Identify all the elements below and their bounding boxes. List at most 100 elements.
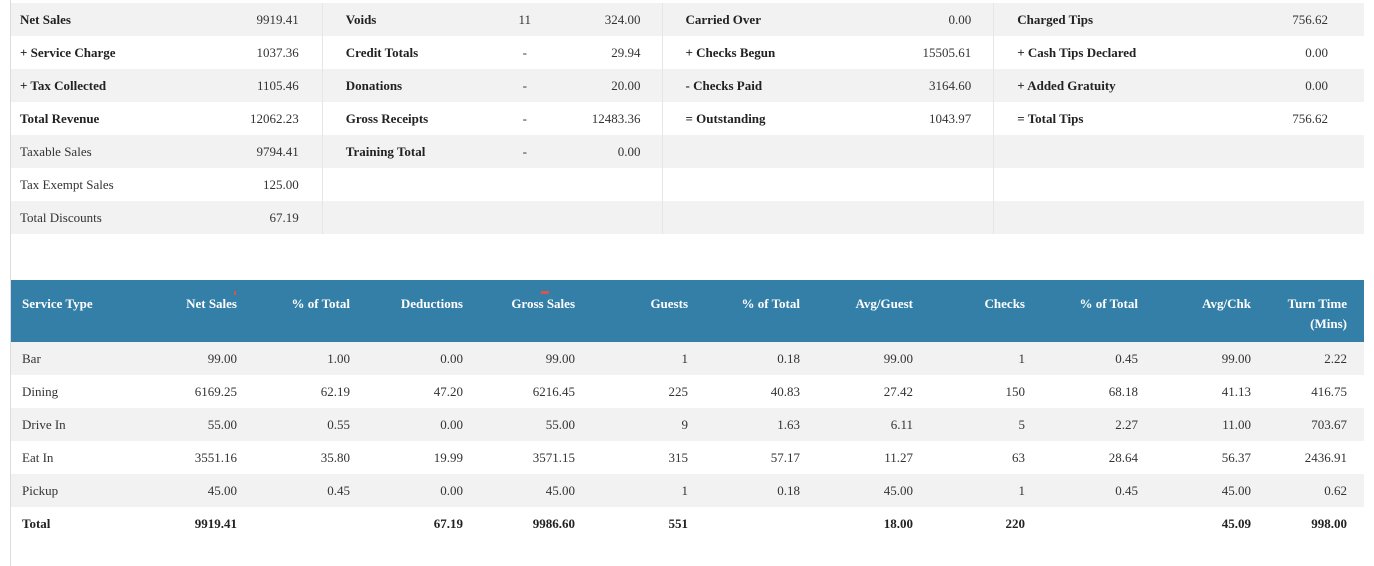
cell-turn: 2.22	[1324, 351, 1347, 366]
cell-pct1: 1.00	[327, 351, 350, 366]
summary-label: + Tax Collected	[20, 78, 107, 93]
summary-row-total-revenue: Total Revenue 12062.23	[11, 102, 322, 135]
cell-net: 45.00	[207, 483, 237, 498]
summary-row-empty	[663, 168, 994, 201]
summary-row-empty	[662, 135, 994, 168]
summary-value: 324.00	[604, 12, 641, 27]
service-type-table: Service Type Net Sales % of Total Deduct…	[11, 280, 1364, 540]
table-row: Eat In 3551.16 35.80 19.99 3571.15 315 57.17 11…	[11, 441, 1364, 474]
table-body: Bar 99.00 1.00 0.00 99.00 1 0.18 99.00 1 0.45 99.0…	[11, 342, 1364, 540]
summary-row-charged-tips: Charged Tips 756.62	[994, 3, 1364, 36]
cell-type: Drive In	[22, 417, 66, 432]
column-header-avg-guest[interactable]: Avg/Guest	[855, 294, 913, 314]
cell-avgc: 99.00	[1221, 351, 1251, 366]
summary-label: Carried Over	[685, 12, 761, 27]
column-header-gross-sales[interactable]: Gross Sales	[511, 294, 575, 314]
summary-row-service-charge: + Service Charge 1037.36	[11, 36, 322, 69]
column-header-service-type[interactable]: Service Type	[22, 294, 93, 314]
cell-net: 55.00	[207, 417, 237, 432]
summary-label: + Cash Tips Declared	[1017, 45, 1137, 60]
summary-row-tax-collected: + Tax Collected 1105.46	[11, 69, 322, 102]
table-row: Dining 6169.25 62.19 47.20 6216.45 225 40.83 27…	[11, 375, 1364, 408]
cell-type: Bar	[22, 351, 41, 366]
cell-guests: 1	[681, 351, 689, 366]
summary-value: 756.62	[1292, 12, 1328, 27]
summary-label: = Total Tips	[1017, 111, 1084, 126]
summary-row-total-discounts: Total Discounts 67.19	[11, 201, 322, 234]
cell-ded: 47.20	[433, 384, 463, 399]
column-header-deductions[interactable]: Deductions	[401, 294, 463, 314]
turn-time-line-1: Turn Time	[1287, 296, 1347, 311]
cell-guests: 1	[681, 483, 689, 498]
cell-gross: 6216.45	[532, 384, 575, 399]
summary-value: 125.00	[263, 177, 299, 192]
column-header-pct-of-total[interactable]: % of Total	[1079, 294, 1138, 314]
cell-pct3: 0.45	[1115, 483, 1138, 498]
cell-ded: 0.00	[440, 417, 463, 432]
summary-value: 3164.60	[929, 78, 972, 93]
cell-pct1: 0.55	[327, 417, 350, 432]
summary-label: Training Total	[345, 144, 426, 159]
column-header-avg-chk[interactable]: Avg/Chk	[1202, 294, 1251, 314]
summary-row-checks-begun: + Checks Begun 15505.61	[663, 36, 994, 69]
summary-label: Net Sales	[20, 12, 71, 27]
summary-row-gross-receipts: Gross Receipts - 12483.36	[323, 102, 662, 135]
cell-avgg: 27.42	[883, 384, 913, 399]
summary-count: 11	[518, 12, 532, 27]
cell-turn: 998.00	[1311, 516, 1347, 531]
cell-pct2: 0.18	[777, 483, 800, 498]
column-header-guests[interactable]: Guests	[650, 294, 688, 314]
summary-value: 29.94	[611, 45, 641, 60]
cell-avgc: 11.00	[1222, 417, 1251, 432]
table-total-row: Total 9919.41 67.19 9986.60 551 18.00 220 45.09…	[11, 507, 1364, 540]
sort-indicator-icon	[541, 291, 549, 294]
table-header: Service Type Net Sales % of Total Deduct…	[11, 280, 1364, 342]
cell-ded: 0.00	[440, 351, 463, 366]
summary-row-total-tips: = Total Tips 756.62	[994, 102, 1364, 135]
cell-guests: 225	[668, 384, 689, 399]
cell-guests: 551	[668, 516, 689, 531]
summary-value: 0.00	[1305, 45, 1328, 60]
summary-value: 756.62	[1292, 111, 1328, 126]
cell-pct2: 1.63	[777, 417, 800, 432]
cell-avgc: 56.37	[1221, 450, 1251, 465]
tips-summary-column: Charged Tips 756.62 + Cash Tips Declared 0…	[993, 3, 1364, 234]
summary-row-credit-totals: Credit Totals - 29.94	[323, 36, 662, 69]
summary-row-cash-tips-declared: + Cash Tips Declared 0.00	[994, 36, 1364, 69]
summary-label: + Service Charge	[20, 45, 116, 60]
cell-avgg: 6.11	[890, 417, 913, 432]
cell-gross: 3571.15	[532, 450, 575, 465]
summary-row-checks-paid: - Checks Paid 3164.60	[662, 69, 994, 102]
summary-row-empty	[662, 201, 994, 234]
cell-pct1: 62.19	[320, 384, 350, 399]
cell-avgg: 11.27	[884, 450, 913, 465]
cell-pct2: 0.18	[777, 351, 800, 366]
summary-value: 9794.41	[256, 144, 299, 159]
summary-label: Total Revenue	[20, 111, 100, 126]
adjustments-summary-column: Voids 11 324.00 Credit Totals - 29.94 Donati…	[321, 3, 662, 234]
column-header-checks[interactable]: Checks	[985, 294, 1025, 314]
cell-ded: 0.00	[440, 483, 463, 498]
cell-checks: 220	[1005, 516, 1026, 531]
column-header-pct-of-total[interactable]: % of Total	[741, 294, 800, 314]
cell-ded: 67.19	[433, 516, 463, 531]
cell-checks: 63	[1012, 450, 1025, 465]
cell-avgg: 99.00	[883, 351, 913, 366]
column-header-net-sales[interactable]: Net Sales	[186, 294, 237, 314]
cell-checks: 1	[1018, 351, 1026, 366]
cell-turn: 0.62	[1324, 483, 1347, 498]
summary-label: Credit Totals	[345, 45, 419, 60]
summary-count: -	[522, 111, 527, 126]
summary-count: -	[522, 144, 527, 159]
cell-type: Dining	[22, 384, 59, 399]
cell-guests: 9	[681, 417, 689, 432]
summary-value: 1105.46	[256, 78, 299, 93]
summary-value: 0.00	[617, 144, 641, 159]
summary-value: 20.00	[611, 78, 641, 93]
cell-avgc: 41.13	[1221, 384, 1251, 399]
cell-pct3: 68.18	[1108, 384, 1138, 399]
table-row: Drive In 55.00 0.55 0.00 55.00 9 1.63 6.11 5 2.27…	[11, 408, 1364, 441]
column-header-turn-time[interactable]: Turn Time (Mins)	[1288, 294, 1347, 334]
column-header-pct-of-total[interactable]: % of Total	[291, 294, 350, 314]
table-row: Pickup 45.00 0.45 0.00 45.00 1 0.18 45.00 1 0.45 4…	[11, 474, 1364, 507]
